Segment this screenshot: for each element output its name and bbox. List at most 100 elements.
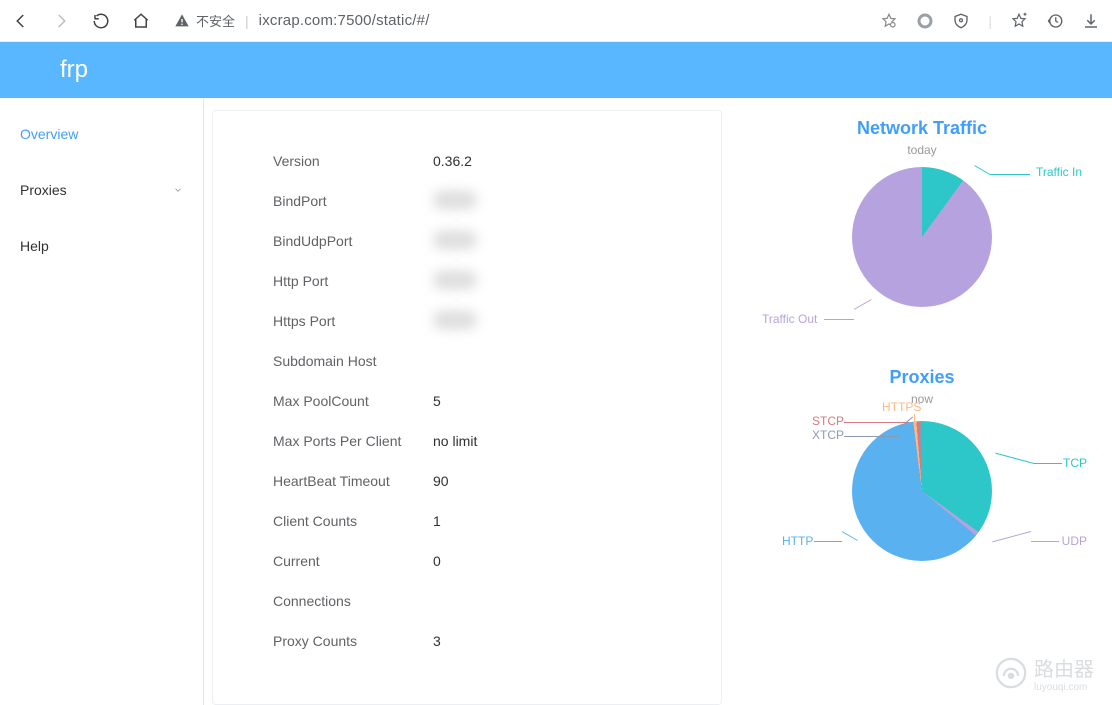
- overview-row: Proxy Counts3: [213, 621, 721, 661]
- redacted-value: [433, 231, 477, 249]
- overview-row: Max Ports Per Clientno limit: [213, 421, 721, 461]
- chart-title: Network Traffic: [752, 118, 1092, 139]
- history-icon[interactable]: [1046, 12, 1064, 30]
- circle-icon[interactable]: [916, 12, 934, 30]
- back-icon[interactable]: [12, 12, 30, 30]
- chart-title: Proxies: [752, 367, 1092, 388]
- leader-line: [814, 541, 842, 542]
- redacted-value: [433, 191, 477, 209]
- app-title: frp: [60, 56, 88, 84]
- watermark-brand: 路由器: [1034, 653, 1094, 682]
- leader-line: [842, 531, 858, 541]
- row-value: no limit: [433, 433, 477, 449]
- row-label: HeartBeat Timeout: [273, 473, 433, 489]
- leader-line: [844, 422, 909, 423]
- star-plus-icon[interactable]: [1010, 12, 1028, 30]
- legend-xtcp: XTCP: [812, 428, 844, 442]
- row-value: [433, 311, 477, 332]
- redacted-value: [433, 271, 477, 289]
- row-value: 90: [433, 473, 449, 489]
- row-label: Proxy Counts: [273, 633, 433, 649]
- overview-row: Connections: [213, 581, 721, 621]
- reload-icon[interactable]: [92, 12, 110, 30]
- row-value: 3: [433, 633, 441, 649]
- overview-row: BindUdpPort: [213, 221, 721, 261]
- overview-row: Http Port: [213, 261, 721, 301]
- chart-proxies: Proxies now TCP UDP HTTP HTTPS STCP: [752, 367, 1092, 586]
- sidebar-item-proxies[interactable]: Proxies: [0, 162, 203, 218]
- url-text: ixcrap.com:7500/static/#/: [259, 12, 430, 29]
- legend-https: HTTPS: [882, 400, 921, 414]
- leader-line: [854, 299, 872, 310]
- leader-line: [974, 165, 990, 175]
- chevron-down-icon: [173, 185, 183, 195]
- address-bar[interactable]: 不安全 | ixcrap.com:7500/static/#/: [164, 6, 866, 36]
- row-value: [433, 271, 477, 292]
- overview-row: Current0: [213, 541, 721, 581]
- security-warning: 不安全: [174, 11, 235, 30]
- row-label: Connections: [273, 593, 433, 609]
- router-icon: [994, 656, 1028, 690]
- legend-tcp: TCP: [1063, 456, 1087, 470]
- toolbar-separator: |: [988, 13, 992, 29]
- leader-line: [1034, 463, 1062, 464]
- row-value: 1: [433, 513, 441, 529]
- row-label: Https Port: [273, 313, 433, 329]
- legend-traffic-out: Traffic Out: [762, 312, 817, 326]
- row-label: BindUdpPort: [273, 233, 433, 249]
- forward-icon[interactable]: [52, 12, 70, 30]
- row-label: Subdomain Host: [273, 353, 433, 369]
- leader-line: [1031, 541, 1059, 542]
- home-icon[interactable]: [132, 12, 150, 30]
- sidebar: Overview Proxies Help: [0, 98, 204, 705]
- row-label: Client Counts: [273, 513, 433, 529]
- legend-http: HTTP: [782, 534, 813, 548]
- favorite-icon[interactable]: [880, 12, 898, 30]
- row-label: BindPort: [273, 193, 433, 209]
- redacted-value: [433, 311, 477, 329]
- overview-row: Client Counts1: [213, 501, 721, 541]
- watermark-sub: luyouqi.com: [1034, 682, 1094, 693]
- watermark: 路由器 luyouqi.com: [994, 653, 1094, 693]
- legend-traffic-in: Traffic In: [1036, 165, 1082, 179]
- pie-traffic: [852, 167, 992, 307]
- sidebar-item-label: Overview: [20, 126, 78, 142]
- row-value: 0: [433, 553, 441, 569]
- chart-network-traffic: Network Traffic today Traffic In Traffic…: [752, 118, 1092, 337]
- chart-subtitle: now: [752, 392, 1092, 406]
- overview-row: HeartBeat Timeout90: [213, 461, 721, 501]
- overview-row: Https Port: [213, 301, 721, 341]
- row-value: 0.36.2: [433, 153, 472, 169]
- browser-toolbar: 不安全 | ixcrap.com:7500/static/#/ |: [0, 0, 1112, 42]
- row-label: Http Port: [273, 273, 433, 289]
- shield-icon[interactable]: [952, 12, 970, 30]
- pie-proxies: [852, 421, 992, 561]
- row-value: [433, 191, 477, 212]
- legend-stcp: STCP: [812, 414, 844, 428]
- row-label: Version: [273, 153, 433, 169]
- sidebar-item-label: Help: [20, 238, 49, 254]
- leader-line: [844, 436, 899, 437]
- legend-udp: UDP: [1062, 534, 1087, 548]
- download-icon[interactable]: [1082, 12, 1100, 30]
- row-label: Max PoolCount: [273, 393, 433, 409]
- app-header: frp: [0, 42, 1112, 98]
- leader-line: [914, 414, 915, 422]
- overview-row: Subdomain Host: [213, 341, 721, 381]
- leader-line: [824, 319, 854, 320]
- security-label: 不安全: [196, 11, 235, 30]
- leader-line: [995, 453, 1034, 464]
- overview-row: Version0.36.2: [213, 141, 721, 181]
- leader-line: [990, 174, 1030, 175]
- sidebar-item-help[interactable]: Help: [0, 218, 203, 274]
- overview-card: Version0.36.2 BindPort BindUdpPort Http Por…: [212, 110, 722, 705]
- row-label: Current: [273, 553, 433, 569]
- sidebar-item-label: Proxies: [20, 182, 67, 198]
- row-value: [433, 231, 477, 252]
- overview-row: Max PoolCount5: [213, 381, 721, 421]
- row-value: 5: [433, 393, 441, 409]
- sidebar-item-overview[interactable]: Overview: [0, 106, 203, 162]
- chart-subtitle: today: [752, 143, 1092, 157]
- address-separator: |: [245, 13, 249, 29]
- row-label: Max Ports Per Client: [273, 433, 433, 449]
